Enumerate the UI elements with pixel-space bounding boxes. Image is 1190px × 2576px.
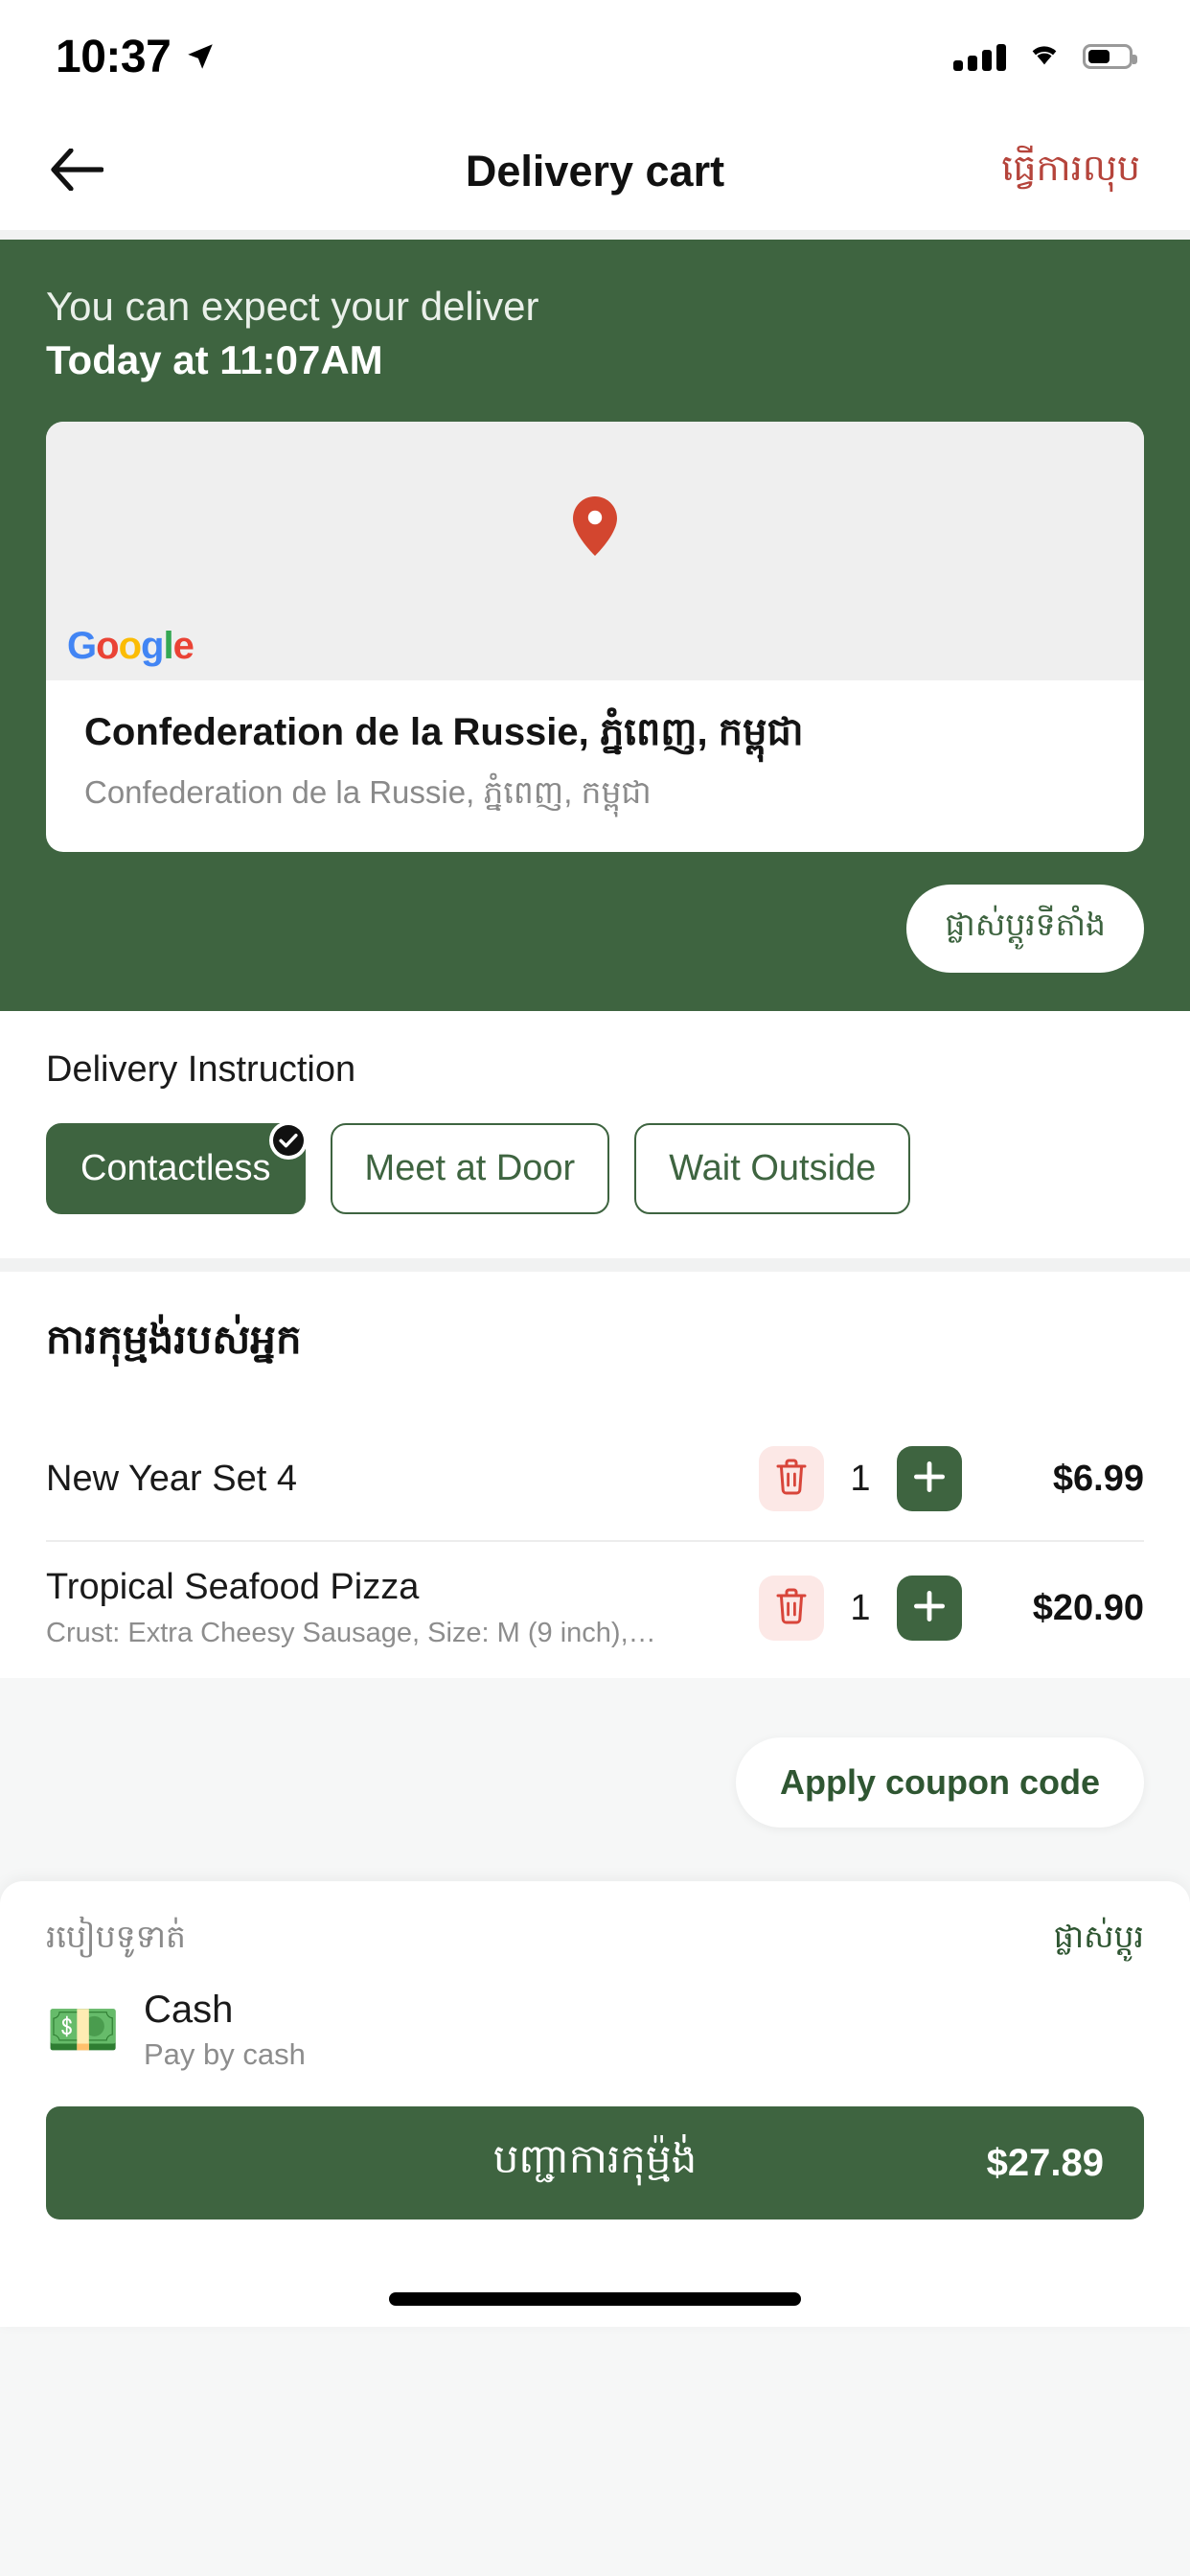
change-location-button[interactable]: ផ្លាស់ប្ដូរទីតាំង [906,885,1144,973]
order-item-info: Tropical Seafood Pizza Crust: Extra Chee… [46,1567,759,1649]
delivery-eta-line2: Today at 11:07AM [46,337,383,382]
trash-icon [775,1588,808,1629]
place-order-label: បញ្ជាការកុម្ម៉ង់ [492,2136,698,2181]
order-item-info: New Year Set 4 [46,1459,759,1500]
clear-cart-button[interactable]: ធ្វើការលុប [1001,145,1140,198]
section-divider [0,1258,1190,1272]
order-item-name: Tropical Seafood Pizza [46,1567,420,1607]
order-item-quantity: 1 [850,1587,871,1628]
table-row: New Year Set 4 1 $6.99 [46,1421,1144,1542]
payment-method-label: របៀបទូទាត់ [46,1919,186,1954]
instruction-option-meet-at-door[interactable]: Meet at Door [330,1123,610,1214]
order-item-options: Crust: Extra Cheesy Sausage, Size: M (9 … [46,1618,656,1648]
payment-method-desc: Pay by cash [144,2037,306,2071]
status-bar: 10:37 [0,0,1190,113]
order-item-price: $20.90 [1032,1587,1144,1628]
trash-icon [775,1459,808,1500]
delivery-instruction-options: Contactless Meet at Door Wait Outside [46,1121,1144,1214]
delivery-instruction-title: Delivery Instruction [46,1049,356,1090]
cash-banknote-icon: 💵 [46,1996,121,2063]
instruction-option-contactless[interactable]: Contactless [46,1121,308,1214]
payment-method-text: Cash Pay by cash [144,1989,306,2072]
instruction-option-label: Contactless [80,1148,271,1188]
status-time: 10:37 [56,31,172,82]
apply-coupon-button[interactable]: Apply coupon code [735,1737,1144,1828]
battery-icon [1083,44,1137,69]
payment-method-row[interactable]: 💵 Cash Pay by cash [46,1989,1144,2106]
cellular-signal-icon [953,42,1006,71]
order-total: $27.89 [986,2141,1104,2184]
nav-header: Delivery cart ធ្វើការលុប [0,113,1190,230]
instruction-option-wait-outside[interactable]: Wait Outside [634,1123,911,1214]
delivery-banner: You can expect your deliver Today at 11:… [0,240,1190,1011]
phone-screen: 10:37 Delivery cart ធ្វើការលុប You can e… [0,0,1190,2576]
status-bar-left: 10:37 [56,31,217,83]
check-icon [268,1121,308,1160]
order-item-quantity: 1 [850,1458,871,1499]
remove-item-button[interactable] [759,1446,824,1511]
order-item-name: New Year Set 4 [46,1458,297,1499]
banner-actions: ផ្លាស់ប្ដូរទីតាំង [46,885,1144,973]
address-text-block: Confederation de la Russie, ភ្នំពេញ, កម្… [46,680,1144,852]
coupon-section: Apply coupon code [0,1678,1190,1881]
change-payment-button[interactable]: ផ្លាស់ប្ដូរ [1054,1918,1144,1964]
header-divider [0,230,1190,240]
table-row: Tropical Seafood Pizza Crust: Extra Chee… [46,1542,1144,1678]
payment-header: របៀបទូទាត់ ផ្លាស់ប្ដូរ [46,1918,1144,1964]
back-button[interactable] [50,138,117,205]
add-item-button[interactable] [897,1446,962,1511]
order-section-title: ការកុម្មង់របស់អ្នក [46,1317,302,1362]
place-order-button[interactable]: បញ្ជាការកុម្ម៉ង់ $27.89 [46,2106,1144,2220]
remove-item-button[interactable] [759,1576,824,1641]
delivery-eta-line1: You can expect your deliver [46,284,539,329]
address-title: Confederation de la Russie, ភ្នំពេញ, កម្… [84,711,804,753]
location-arrow-icon [184,40,217,73]
map-preview[interactable]: Google [46,422,1144,680]
arrow-left-icon [50,147,104,196]
plus-icon [912,1589,947,1628]
home-indicator-area [46,2220,1144,2327]
delivery-address-card[interactable]: Google Confederation de la Russie, ភ្នំព… [46,422,1144,852]
map-pin-icon [573,496,617,561]
order-section: ការកុម្មង់របស់អ្នក New Year Set 4 1 $6.9… [0,1272,1190,1678]
google-attribution: Google [67,625,195,667]
wifi-icon [1025,40,1064,74]
payment-method-name: Cash [144,1989,234,2031]
payment-sheet: របៀបទូទាត់ ផ្លាស់ប្ដូរ 💵 Cash Pay by cas… [0,1881,1190,2327]
address-subtitle: Confederation de la Russie, ភ្នំពេញ, កម្… [84,774,652,810]
order-item-controls: 1 [759,1576,962,1641]
home-indicator [389,2292,801,2306]
plus-icon [912,1460,947,1499]
status-bar-right [953,40,1137,74]
delivery-instruction-section: Delivery Instruction Contactless Meet at… [0,1011,1190,1258]
order-item-controls: 1 [759,1446,962,1511]
order-item-price: $6.99 [1052,1458,1144,1499]
add-item-button[interactable] [897,1576,962,1641]
